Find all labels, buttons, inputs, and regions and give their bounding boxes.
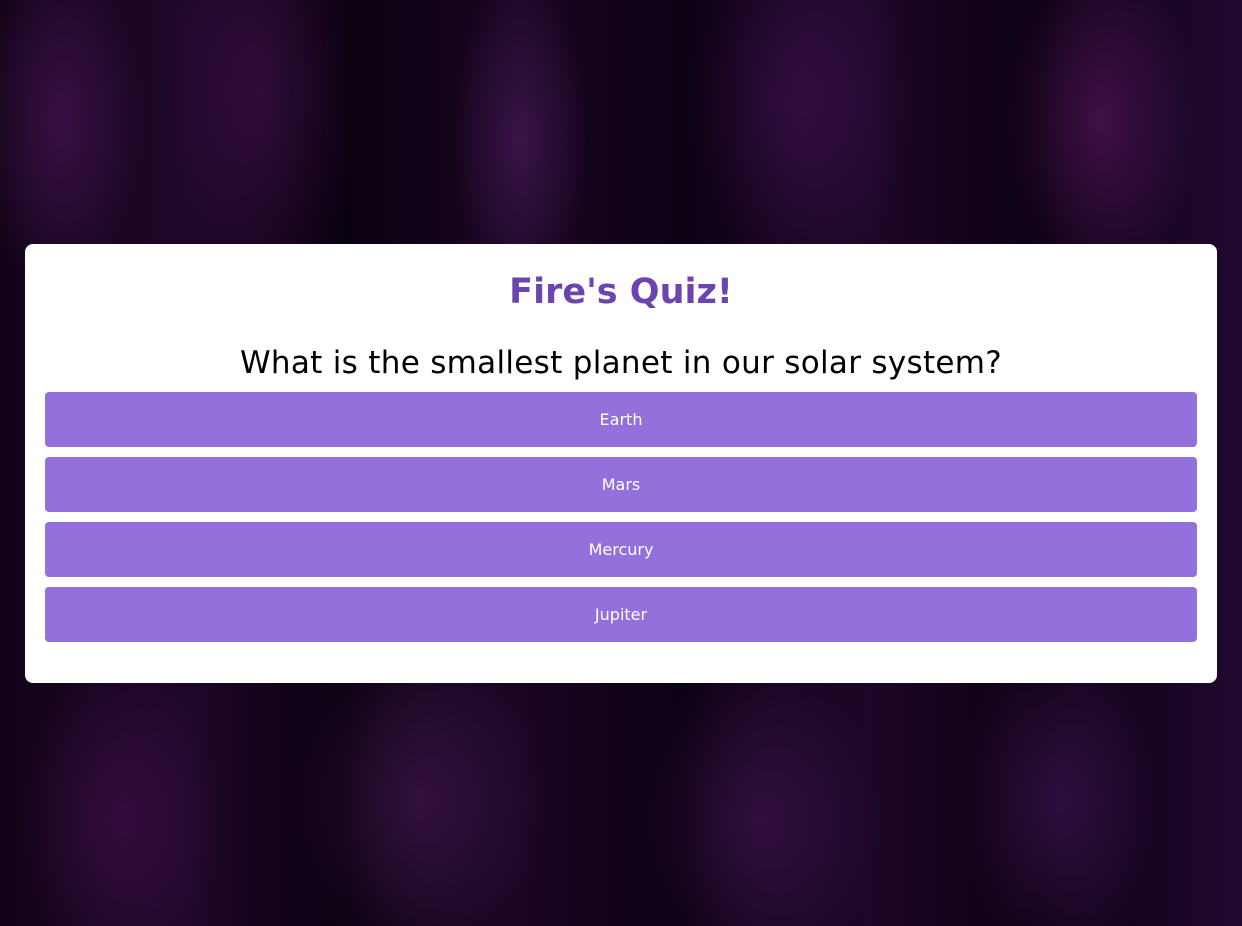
answer-list: Earth Mars Mercury Jupiter <box>45 392 1197 642</box>
quiz-card: Fire's Quiz! What is the smallest planet… <box>25 244 1217 683</box>
answer-button-mercury[interactable]: Mercury <box>45 522 1197 577</box>
answer-button-earth[interactable]: Earth <box>45 392 1197 447</box>
answer-button-mars[interactable]: Mars <box>45 457 1197 512</box>
answer-button-jupiter[interactable]: Jupiter <box>45 587 1197 642</box>
quiz-title: Fire's Quiz! <box>509 272 733 312</box>
question-text: What is the smallest planet in our solar… <box>239 345 1003 381</box>
